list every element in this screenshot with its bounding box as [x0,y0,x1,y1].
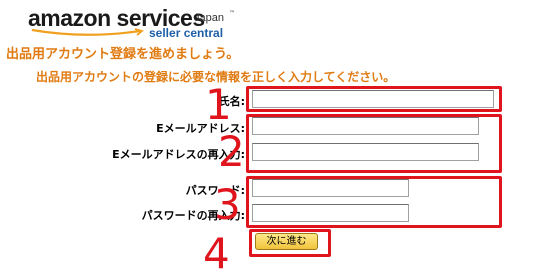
amazon-smile-icon [31,28,144,36]
logo-seller-central: seller central [149,26,224,40]
annotation-number-3: 3 [214,180,241,229]
annotation-number-4: 4 [203,229,230,278]
annotation-box-4 [249,229,331,257]
annotation-box-2 [246,114,502,173]
annotation-box-3 [246,176,502,228]
logo-trademark: ™ [229,10,235,17]
annotation-number-2: 2 [218,127,245,176]
logo-region: Japan [194,12,224,24]
annotation-box-1 [246,86,502,112]
annotation-number-1: 1 [205,80,232,129]
page-title: 出品用アカウント登録を進めましょう。 [6,47,240,62]
